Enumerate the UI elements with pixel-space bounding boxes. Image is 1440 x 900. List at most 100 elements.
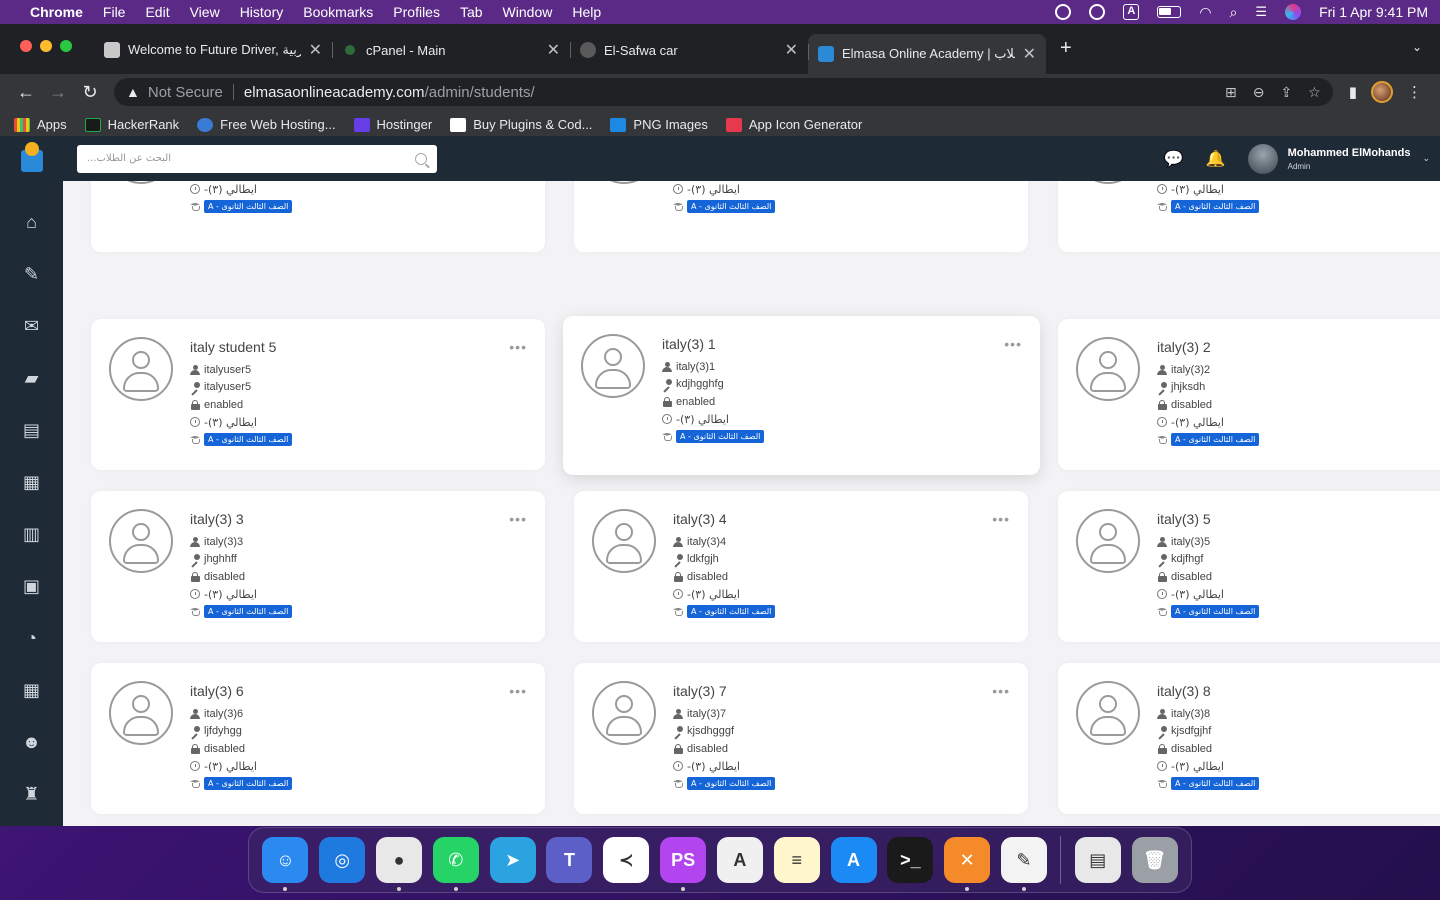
users-icon[interactable]: ☻ xyxy=(21,731,43,753)
student-card[interactable]: ••• italy(3) 6 italy(3)6 ljfdyhgg disabled اي… xyxy=(91,663,545,814)
finder-icon[interactable]: ☺ xyxy=(262,837,309,883)
preview-window-icon[interactable]: ▤ xyxy=(1074,837,1121,883)
graduate-icon[interactable]: ♜ xyxy=(21,783,43,805)
dock-app[interactable]: A xyxy=(712,827,769,893)
calendar-icon[interactable]: ▦ xyxy=(21,471,43,493)
schedule-icon[interactable]: ▦ xyxy=(21,679,43,701)
appstore-icon[interactable]: A xyxy=(830,837,877,883)
menu-view[interactable]: View xyxy=(190,4,220,20)
menu-bookmarks[interactable]: Bookmarks xyxy=(303,4,373,20)
student-card[interactable]: ••• italy(3) 4 italy(3)4 ldkfgjh disabled ايط… xyxy=(574,491,1028,642)
more-options-icon[interactable]: ••• xyxy=(509,339,527,355)
student-name[interactable]: italy(3) 3 xyxy=(190,511,244,527)
dock-app[interactable]: >_ xyxy=(882,827,939,893)
search-icon[interactable] xyxy=(415,152,427,165)
dock-app[interactable]: ➤ xyxy=(484,827,541,893)
bookmark-free-hosting[interactable]: Free Web Hosting... xyxy=(197,117,336,132)
student-card[interactable]: ••• italy student 5 italyuser5 italyuser5 en… xyxy=(91,319,545,470)
menu-tab[interactable]: Tab xyxy=(460,4,483,20)
new-tab-button[interactable]: + xyxy=(1060,37,1072,60)
dock-app[interactable]: ≡ xyxy=(768,827,825,893)
telegram-icon[interactable]: ➤ xyxy=(489,837,536,883)
student-name[interactable]: italy(3) 7 xyxy=(673,683,727,699)
site-logo[interactable] xyxy=(0,136,63,181)
chart-icon[interactable]: ▥ xyxy=(21,523,43,545)
student-name[interactable]: italy(3) 8 xyxy=(1157,683,1211,699)
book-icon[interactable]: ▤ xyxy=(21,419,43,441)
user-menu[interactable]: Mohammed ElMohands Admin ⌄ xyxy=(1247,143,1430,174)
menu-app-name[interactable]: Chrome xyxy=(30,4,83,20)
vscode-icon[interactable]: ≺ xyxy=(603,837,650,883)
student-name[interactable]: italy(3) 4 xyxy=(673,511,727,527)
menu-file[interactable]: File xyxy=(103,4,126,20)
student-name[interactable]: italy student 5 xyxy=(190,339,276,355)
security-label[interactable]: Not Secure xyxy=(148,84,223,101)
reload-icon[interactable]: ↻ xyxy=(74,82,106,103)
xcode-instruments-icon[interactable]: A xyxy=(716,837,763,883)
back-icon[interactable]: ← xyxy=(10,82,42,103)
bookmark-app-icon-generator[interactable]: App Icon Generator xyxy=(725,117,862,132)
student-card[interactable]: •••italy(3) 8italy(3)8kjsdfgjhfdisabledا… xyxy=(1058,663,1440,814)
bookmark-png-images[interactable]: PNG Images xyxy=(610,117,708,132)
student-search-input[interactable] xyxy=(87,153,407,164)
siri-icon[interactable] xyxy=(1285,4,1302,20)
more-options-icon[interactable]: ••• xyxy=(509,683,527,699)
input-source-icon[interactable]: A xyxy=(1123,4,1140,20)
notes-icon[interactable]: ≡ xyxy=(773,837,820,883)
address-bar[interactable]: ▲ Not Secure elmasaonlineacademy.com /ad… xyxy=(114,78,1333,106)
terminal-icon[interactable]: >_ xyxy=(887,837,934,883)
student-card[interactable]: ••• italy(3) 7 italy(3)7 kjsdhgggf disabled ا… xyxy=(574,663,1028,814)
xampp-icon[interactable]: ✕ xyxy=(944,837,991,883)
warning-icon[interactable]: ▲ xyxy=(126,84,140,100)
close-tab-icon[interactable]: ✕ xyxy=(1023,44,1036,64)
bookmark-hostinger[interactable]: Hostinger xyxy=(353,117,432,132)
chevron-down-icon[interactable]: ⌄ xyxy=(1422,153,1430,164)
menu-edit[interactable]: Edit xyxy=(145,4,169,20)
menu-window[interactable]: Window xyxy=(503,4,553,20)
more-options-icon[interactable]: ••• xyxy=(1004,336,1022,352)
messages-icon[interactable]: 💬 xyxy=(1164,149,1184,169)
trash-icon[interactable]: 🗑 xyxy=(1131,837,1178,883)
forward-icon[interactable]: → xyxy=(42,82,74,103)
teams-icon[interactable]: T xyxy=(546,837,593,883)
more-options-icon[interactable]: ••• xyxy=(992,683,1010,699)
battery-icon[interactable] xyxy=(1157,6,1182,18)
phpstorm-icon[interactable]: PS xyxy=(660,837,707,883)
whatsapp-icon[interactable]: ✆ xyxy=(432,837,479,883)
menubar-clock[interactable]: Fri 1 Apr 9:41 PM xyxy=(1319,4,1428,20)
dock-app[interactable]: PS xyxy=(655,827,712,893)
menu-help[interactable]: Help xyxy=(572,4,601,20)
share-icon[interactable]: ⇪ xyxy=(1280,84,1292,101)
profile-avatar[interactable] xyxy=(1371,81,1393,103)
safari-icon[interactable]: ◎ xyxy=(319,837,366,883)
student-name[interactable]: italy(3) 2 xyxy=(1157,339,1211,355)
tab-elmasa-academy[interactable]: Elmasa Online Academy | الطلاب ✕ xyxy=(808,34,1046,74)
history-icon[interactable]: ◔ xyxy=(21,627,43,649)
user-avatar[interactable] xyxy=(1247,143,1278,174)
dock-app[interactable]: ◎ xyxy=(314,827,371,893)
student-card[interactable]: ••• italy(3) 3 italy(3)3 jhghhff disabled ايط… xyxy=(91,491,545,642)
side-panel-icon[interactable]: ▮ xyxy=(1349,83,1357,101)
student-card[interactable]: •••italy(3) 5italy(3)5kdjfhgfdisabledايط… xyxy=(1058,491,1440,642)
wifi-icon[interactable]: ◠ xyxy=(1199,4,1211,21)
bookmark-hackerrank[interactable]: HackerRank xyxy=(84,117,179,132)
tab-el-safwa[interactable]: El-Safwa car ✕ xyxy=(570,32,808,68)
textedit-icon[interactable]: ✎ xyxy=(1000,837,1047,883)
creative-cloud-icon[interactable] xyxy=(1089,4,1106,20)
dock-app[interactable]: ✕ xyxy=(939,827,996,893)
dock-app[interactable]: A xyxy=(825,827,882,893)
zoom-icon[interactable]: ⊖ xyxy=(1253,84,1265,101)
student-name[interactable]: italy(3) 1 xyxy=(662,336,716,352)
home-icon[interactable]: ⌂ xyxy=(21,211,43,233)
chat-icon[interactable]: ✉ xyxy=(21,315,43,337)
notifications-bell-icon[interactable]: 🔔 xyxy=(1206,149,1226,169)
url-domain[interactable]: elmasaonlineacademy.com xyxy=(244,84,425,101)
tab-future-driver[interactable]: Welcome to Future Driver, عربية ✕ xyxy=(94,32,332,68)
dock-app[interactable]: T xyxy=(541,827,598,893)
close-tab-icon[interactable]: ✕ xyxy=(547,40,560,60)
folder-icon[interactable]: ▰ xyxy=(21,367,43,389)
exam-icon[interactable]: ▣ xyxy=(21,575,43,597)
menu-history[interactable]: History xyxy=(240,4,284,20)
student-card[interactable]: ••• italy(3) 1 italy(3)1 kdjhgghfg enabled اي… xyxy=(563,316,1040,475)
dock-app[interactable]: ≺ xyxy=(598,827,655,893)
